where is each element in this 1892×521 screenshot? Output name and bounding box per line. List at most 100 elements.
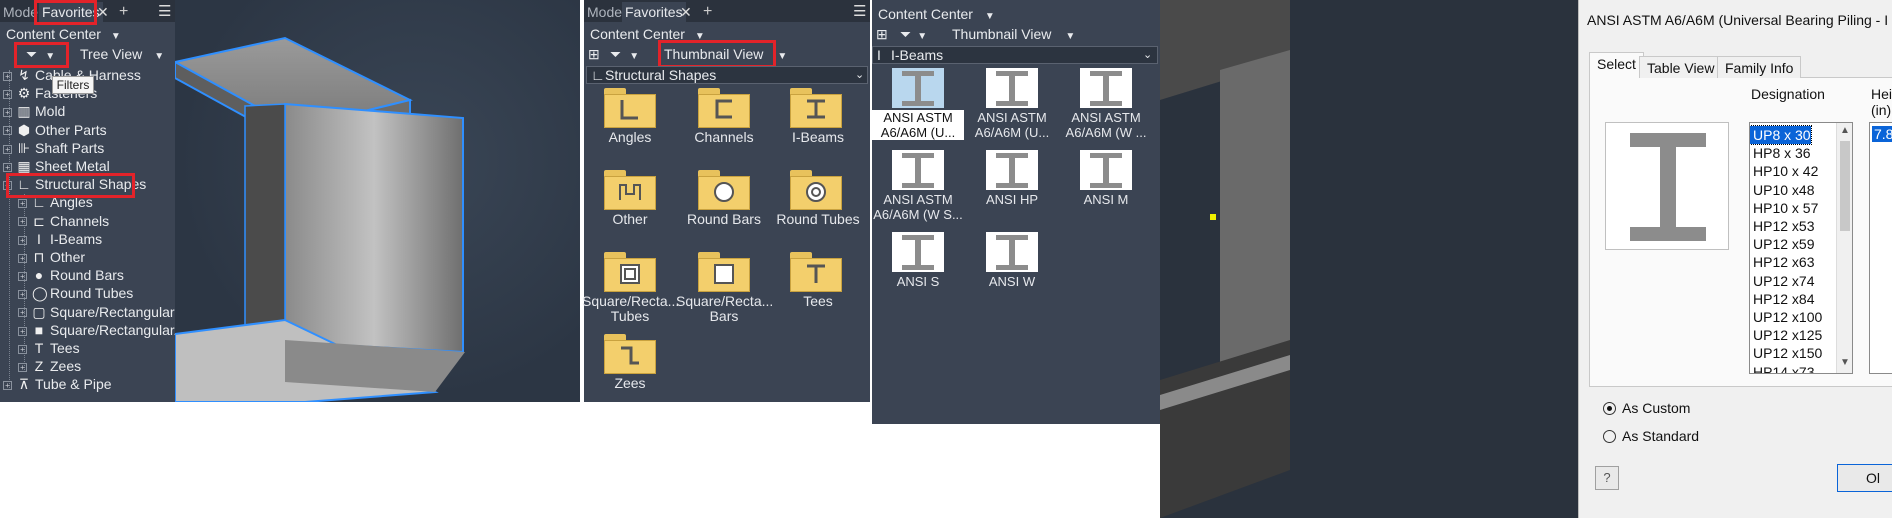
tab-family-info[interactable]: Family Info (1717, 56, 1802, 78)
folder-item[interactable] (698, 252, 750, 292)
scroll-up-icon[interactable]: ▲ (1840, 125, 1850, 136)
expand-icon[interactable]: + (3, 162, 12, 172)
family-thumbnail[interactable] (1080, 150, 1132, 190)
tree-item[interactable]: + ■ Square/Rectangular/He (18, 320, 196, 340)
tree-item[interactable]: + ▥ Mold (3, 101, 65, 121)
expand-icon[interactable]: + (18, 326, 27, 336)
scroll-down-icon[interactable]: ▼ (1840, 357, 1850, 368)
tree-item-label: Round Bars (50, 267, 124, 284)
expand-icon[interactable]: + (18, 344, 27, 354)
radio-as-standard[interactable]: As Standard (1603, 428, 1699, 444)
folder-item[interactable] (698, 88, 750, 128)
folder-item[interactable] (790, 170, 842, 210)
place-icon[interactable]: ⊞ (876, 24, 888, 44)
ibeam-icon (996, 153, 1028, 188)
tree-item[interactable]: + ● Round Bars (18, 265, 124, 285)
tree-item[interactable]: + Z Zees (18, 356, 81, 376)
folder-item[interactable] (604, 170, 656, 210)
close-icon[interactable]: ✕ (677, 2, 695, 22)
family-thumbnail[interactable] (986, 232, 1038, 272)
family-label: ANSI ASTM A6/A6M (U... (974, 110, 1050, 140)
place-icon[interactable]: ⊞ (588, 44, 600, 64)
add-tab-button[interactable]: + (116, 2, 131, 22)
chevron-down-icon[interactable]: ⌄ (1143, 45, 1152, 65)
tab-select[interactable]: Select (1589, 52, 1644, 78)
scrollbar[interactable]: ▲ ▼ (1836, 123, 1852, 373)
folder-item[interactable] (790, 252, 842, 292)
designation-item[interactable]: HP12 x63 (1750, 253, 1814, 271)
filter-button[interactable]: ⏷ ▼ (900, 24, 927, 44)
filter-button[interactable]: ⏷ ▼ (610, 44, 639, 64)
designation-item[interactable]: UP12 x100 (1750, 308, 1822, 326)
tab-table-view[interactable]: Table View (1639, 56, 1723, 78)
tree-item[interactable]: + ◯ Round Tubes (18, 283, 133, 303)
chevron-down-icon: ▼ (1065, 31, 1076, 42)
designation-item[interactable]: UP12 x150 (1750, 344, 1822, 362)
model-viewport[interactable] (1160, 0, 1580, 518)
content-center-header[interactable]: Content Center ▼ (878, 4, 995, 24)
folder-item[interactable] (604, 334, 656, 374)
designation-item[interactable]: UP12 x125 (1750, 326, 1822, 344)
tree-item[interactable]: + ⊼ Tube & Pipe (3, 374, 112, 394)
tree-item[interactable]: + ⊓ Other (18, 247, 85, 267)
designation-item[interactable]: UP8 x 30 (1750, 125, 1812, 145)
folder-item[interactable] (790, 88, 842, 128)
help-button[interactable]: ? (1595, 466, 1619, 490)
folder-item[interactable] (604, 252, 656, 292)
tree-item[interactable]: + T Tees (18, 338, 80, 358)
designation-item[interactable]: HP12 x84 (1750, 290, 1814, 308)
chevron-down-icon[interactable]: ⌄ (855, 65, 864, 85)
folder-item[interactable] (698, 170, 750, 210)
hamburger-icon[interactable]: ☰ (155, 2, 174, 22)
family-thumbnail[interactable] (986, 150, 1038, 190)
designation-item[interactable]: HP10 x 57 (1750, 199, 1818, 217)
expand-icon[interactable]: + (3, 381, 12, 391)
expand-icon[interactable]: + (18, 217, 27, 227)
expand-icon[interactable]: + (3, 144, 12, 154)
folder-item[interactable] (604, 88, 656, 128)
tree-item[interactable]: + I I-Beams (18, 229, 102, 249)
model-viewport[interactable] (172, 0, 580, 403)
breadcrumb[interactable]: ∟ Structural Shapes ⌄ (586, 66, 868, 84)
content-center-header[interactable]: Content Center ▼ (6, 24, 121, 44)
designation-item[interactable]: UP10 x48 (1750, 181, 1814, 199)
designation-item[interactable]: UP12 x59 (1750, 235, 1814, 253)
designation-item[interactable]: HP8 x 36 (1750, 144, 1811, 162)
height-unit: (in) (1871, 102, 1892, 118)
tree-item[interactable]: + ⊏ Channels (18, 211, 109, 231)
expand-icon[interactable]: + (18, 308, 27, 318)
ok-button[interactable]: Ol (1837, 464, 1892, 492)
tree-item[interactable]: + ⊪ Shaft Parts (3, 138, 104, 158)
expand-icon[interactable]: + (18, 290, 27, 300)
scroll-thumb[interactable] (1840, 141, 1850, 231)
add-tab-button[interactable]: + (700, 2, 715, 22)
tree-item[interactable]: + ⬢ Other Parts (3, 120, 107, 140)
radio-as-custom[interactable]: As Custom (1603, 400, 1690, 416)
tree-item[interactable]: + ▢ Square/Rectangular Tu (18, 302, 194, 322)
expand-icon[interactable]: + (3, 71, 12, 81)
hamburger-icon[interactable]: ☰ (850, 2, 869, 22)
family-thumbnail[interactable] (892, 232, 944, 272)
expand-icon[interactable]: + (18, 235, 27, 245)
expand-icon[interactable]: + (3, 126, 12, 136)
designation-item[interactable]: UP12 x74 (1750, 272, 1814, 290)
chevron-down-icon: ▼ (110, 31, 121, 42)
designation-item[interactable]: HP12 x53 (1750, 217, 1814, 235)
expand-icon[interactable]: + (3, 89, 12, 99)
family-thumbnail[interactable] (892, 150, 944, 190)
family-thumbnail[interactable] (892, 68, 944, 108)
expand-icon[interactable]: + (18, 199, 27, 209)
expand-icon[interactable]: + (18, 362, 27, 372)
expand-icon[interactable]: + (18, 253, 27, 263)
family-thumbnail[interactable] (986, 68, 1038, 108)
view-selector[interactable]: Thumbnail View ▼ (952, 24, 1075, 44)
expand-icon[interactable]: + (3, 108, 12, 118)
expand-icon[interactable]: + (18, 271, 27, 281)
designation-list[interactable]: UP8 x 30 HP8 x 36 HP10 x 42 UP10 x48 HP10 x … (1749, 122, 1853, 374)
breadcrumb[interactable]: I I-Beams ⌄ (872, 46, 1158, 64)
height-list[interactable]: 7.8 (1869, 122, 1892, 374)
view-selector[interactable]: Tree View ▼ (80, 44, 164, 64)
designation-item[interactable]: HP10 x 42 (1750, 162, 1818, 180)
designation-item[interactable]: HP14 x73 (1750, 363, 1814, 373)
family-thumbnail[interactable] (1080, 68, 1132, 108)
